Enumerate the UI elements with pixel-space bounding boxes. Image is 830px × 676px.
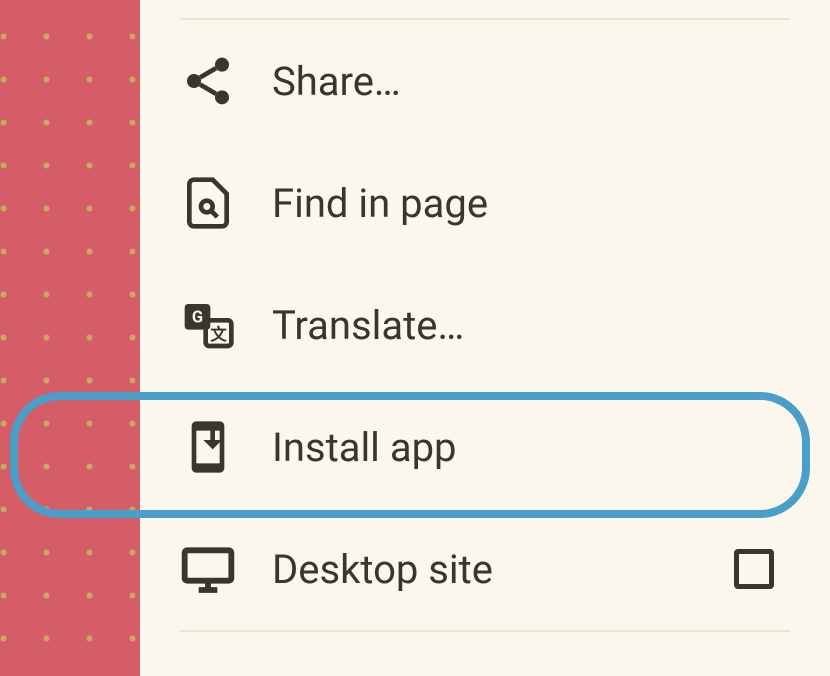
svg-text:G: G [192, 308, 203, 327]
menu-item-install-app[interactable]: Install app [140, 386, 830, 508]
share-icon [180, 53, 236, 109]
menu-item-label: Desktop site [272, 546, 734, 593]
menu-item-label: Install app [272, 424, 830, 471]
menu-item-label: Translate… [272, 302, 830, 349]
browser-overflow-menu: Share… Find in page G 文 Translate… [140, 0, 830, 676]
find-in-page-icon [180, 175, 236, 231]
menu-item-label: Find in page [272, 180, 830, 227]
install-app-icon [180, 419, 236, 475]
menu-item-find-in-page[interactable]: Find in page [140, 142, 830, 264]
menu-item-desktop-site[interactable]: Desktop site [140, 508, 830, 630]
svg-text:文: 文 [210, 325, 227, 344]
menu-item-label: Share… [272, 58, 830, 105]
menu-divider [180, 630, 790, 632]
desktop-site-checkbox[interactable] [734, 549, 774, 589]
translate-icon: G 文 [180, 297, 236, 353]
desktop-icon [180, 541, 236, 597]
menu-item-translate[interactable]: G 文 Translate… [140, 264, 830, 386]
menu-item-share[interactable]: Share… [140, 20, 830, 142]
